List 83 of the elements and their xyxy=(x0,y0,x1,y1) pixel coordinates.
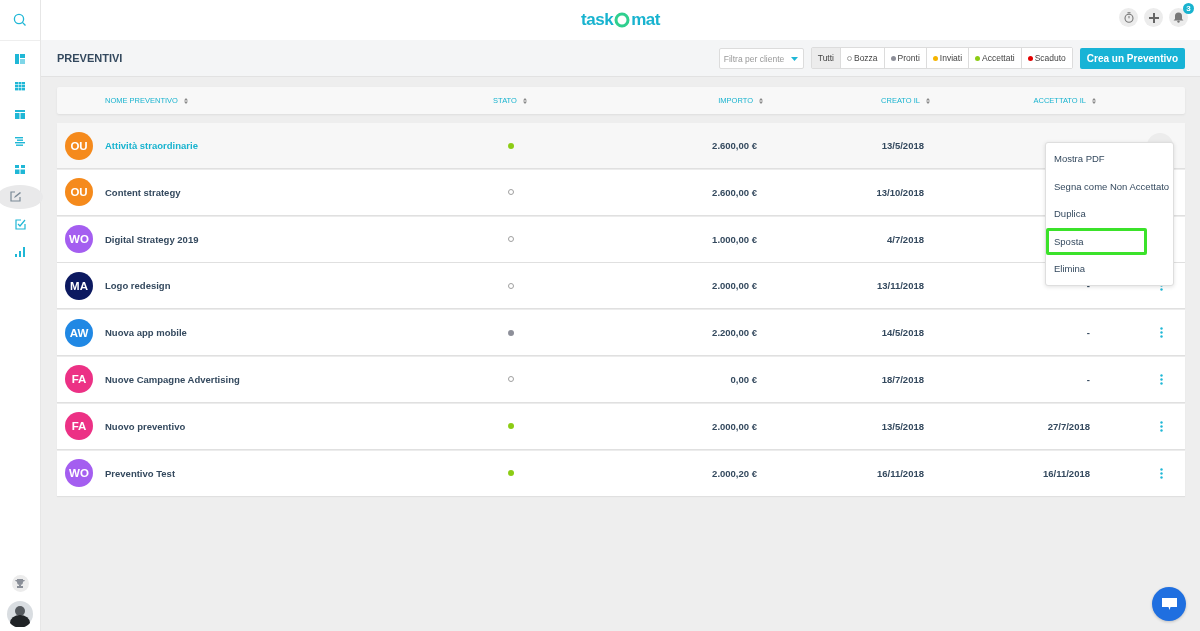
accepted-date-cell: 27/7/2018 xyxy=(1047,420,1090,432)
tiles-icon[interactable] xyxy=(15,164,25,174)
amount-cell-text: 2.600,00 € xyxy=(711,186,758,198)
created-date-cell-text: 16/11/2018 xyxy=(875,467,925,479)
chat-bubble-icon xyxy=(1161,598,1177,610)
client-avatar: FA xyxy=(65,365,93,394)
quote-name[interactable]: Digital Strategy 2019 xyxy=(105,233,199,245)
created-date-cell-text: 13/10/2018 xyxy=(875,186,925,198)
quote-row[interactable]: FA Nuove Campagne Advertising 0,00 € 18/7/2018 - xyxy=(57,357,1185,402)
add-button[interactable] xyxy=(1144,8,1163,27)
nav-item[interactable] xyxy=(0,184,43,209)
amount-cell-text: 2.000,20 € xyxy=(711,467,758,479)
grid-icon[interactable] xyxy=(15,82,25,92)
quote-name[interactable]: Nuovo preventivo xyxy=(105,420,186,432)
sort-icon[interactable] xyxy=(1092,97,1096,104)
page-title: PREVENTIVI xyxy=(57,52,123,64)
created-date-cell-text: 14/5/2018 xyxy=(880,327,925,339)
quote-name[interactable]: Nuove Campagne Advertising xyxy=(105,374,240,385)
client-avatar: OU xyxy=(65,178,93,207)
status-filter-tab[interactable]: Tutti xyxy=(811,48,840,68)
amount-cell-text: 2.000,00 € xyxy=(711,280,758,292)
client-avatar: OU xyxy=(65,131,93,160)
accepted-date-cell: - xyxy=(1086,280,1090,292)
amount-cell-text: 1.000,00 € xyxy=(711,233,758,245)
status-filter-tab[interactable]: Scaduto xyxy=(1020,48,1072,68)
amount-cell-text: 2.000,00 € xyxy=(711,420,758,432)
quote-name[interactable]: Logo redesign xyxy=(105,280,171,292)
quote-name[interactable]: Content strategy xyxy=(105,186,181,198)
quote-row[interactable]: AW Nuova app mobile 2.200,00 € 14/5/2018 - xyxy=(57,310,1185,356)
client-avatar: FA xyxy=(65,412,93,441)
checklist-icon[interactable] xyxy=(14,218,26,230)
amount-cell-text: 2.200,00 € xyxy=(711,327,758,339)
app-logo: task mat xyxy=(581,10,660,30)
menu-item[interactable]: Segna come Non Accettato xyxy=(1046,172,1173,200)
accepted-date-cell: - xyxy=(1086,327,1090,339)
kebab-menu-icon[interactable] xyxy=(1160,327,1163,339)
client-avatar: MA xyxy=(65,271,93,300)
created-date-cell-text: 13/5/2018 xyxy=(880,140,925,151)
quote-name[interactable]: Preventivo Test xyxy=(105,467,176,479)
trophy-icon xyxy=(15,579,25,588)
created-date-cell-text: 18/7/2018 xyxy=(880,374,925,385)
notifications-button[interactable] xyxy=(1169,8,1188,27)
created-date-cell-text: 4/7/2018 xyxy=(886,233,925,245)
quote-row[interactable]: WO Preventivo Test 2.000,20 € 16/11/2018 16/11/2018 xyxy=(57,450,1185,496)
edit-icon xyxy=(10,191,21,203)
plus-icon xyxy=(1148,12,1159,23)
list-icon[interactable] xyxy=(15,137,25,147)
quote-row[interactable]: FA Nuovo preventivo 2.000,00 € 13/5/2018 27/7/2018 xyxy=(57,403,1185,449)
quote-name[interactable]: Nuova app mobile xyxy=(105,327,187,339)
caret-icon xyxy=(790,56,798,61)
sort-icon[interactable] xyxy=(522,97,527,104)
columns-icon[interactable] xyxy=(15,109,25,119)
status-dot xyxy=(508,189,514,196)
chat-button[interactable] xyxy=(1152,587,1186,621)
sort-icon[interactable] xyxy=(183,97,188,104)
client-avatar: WO xyxy=(65,459,93,488)
kebab-menu-icon[interactable] xyxy=(1160,374,1163,385)
stopwatch-icon xyxy=(1123,12,1134,23)
created-date-cell-text: 13/11/2018 xyxy=(875,280,925,292)
user-avatar[interactable] xyxy=(7,601,33,627)
trophy-button[interactable] xyxy=(11,575,29,592)
bar-chart-icon[interactable] xyxy=(15,246,25,257)
status-dot xyxy=(508,282,514,289)
kebab-menu-icon[interactable] xyxy=(1160,420,1163,432)
amount-cell-text: 2.600,00 € xyxy=(711,140,758,151)
amount-cell-text: 0,00 € xyxy=(729,374,758,385)
sort-icon[interactable] xyxy=(759,97,763,104)
client-filter-dropdown[interactable]: Filtra per cliente xyxy=(718,48,804,69)
bell-icon xyxy=(1173,12,1184,23)
accepted-date-cell: 16/11/2018 xyxy=(1042,467,1090,479)
menu-item[interactable]: Sposta xyxy=(1046,227,1147,255)
client-avatar: WO xyxy=(65,225,93,254)
search-icon[interactable] xyxy=(13,13,27,27)
kebab-menu-icon[interactable] xyxy=(1160,467,1163,479)
client-avatar: AW xyxy=(65,318,93,347)
timer-button[interactable] xyxy=(1119,8,1138,27)
status-dot xyxy=(508,236,514,243)
sort-icon[interactable] xyxy=(926,97,930,104)
created-date-cell-text: 13/5/2018 xyxy=(880,420,925,432)
accepted-date-cell: - xyxy=(1086,374,1090,385)
dashboard-icon[interactable] xyxy=(15,54,25,65)
status-dot xyxy=(508,376,514,383)
notification-badge: 3 xyxy=(1183,3,1194,14)
